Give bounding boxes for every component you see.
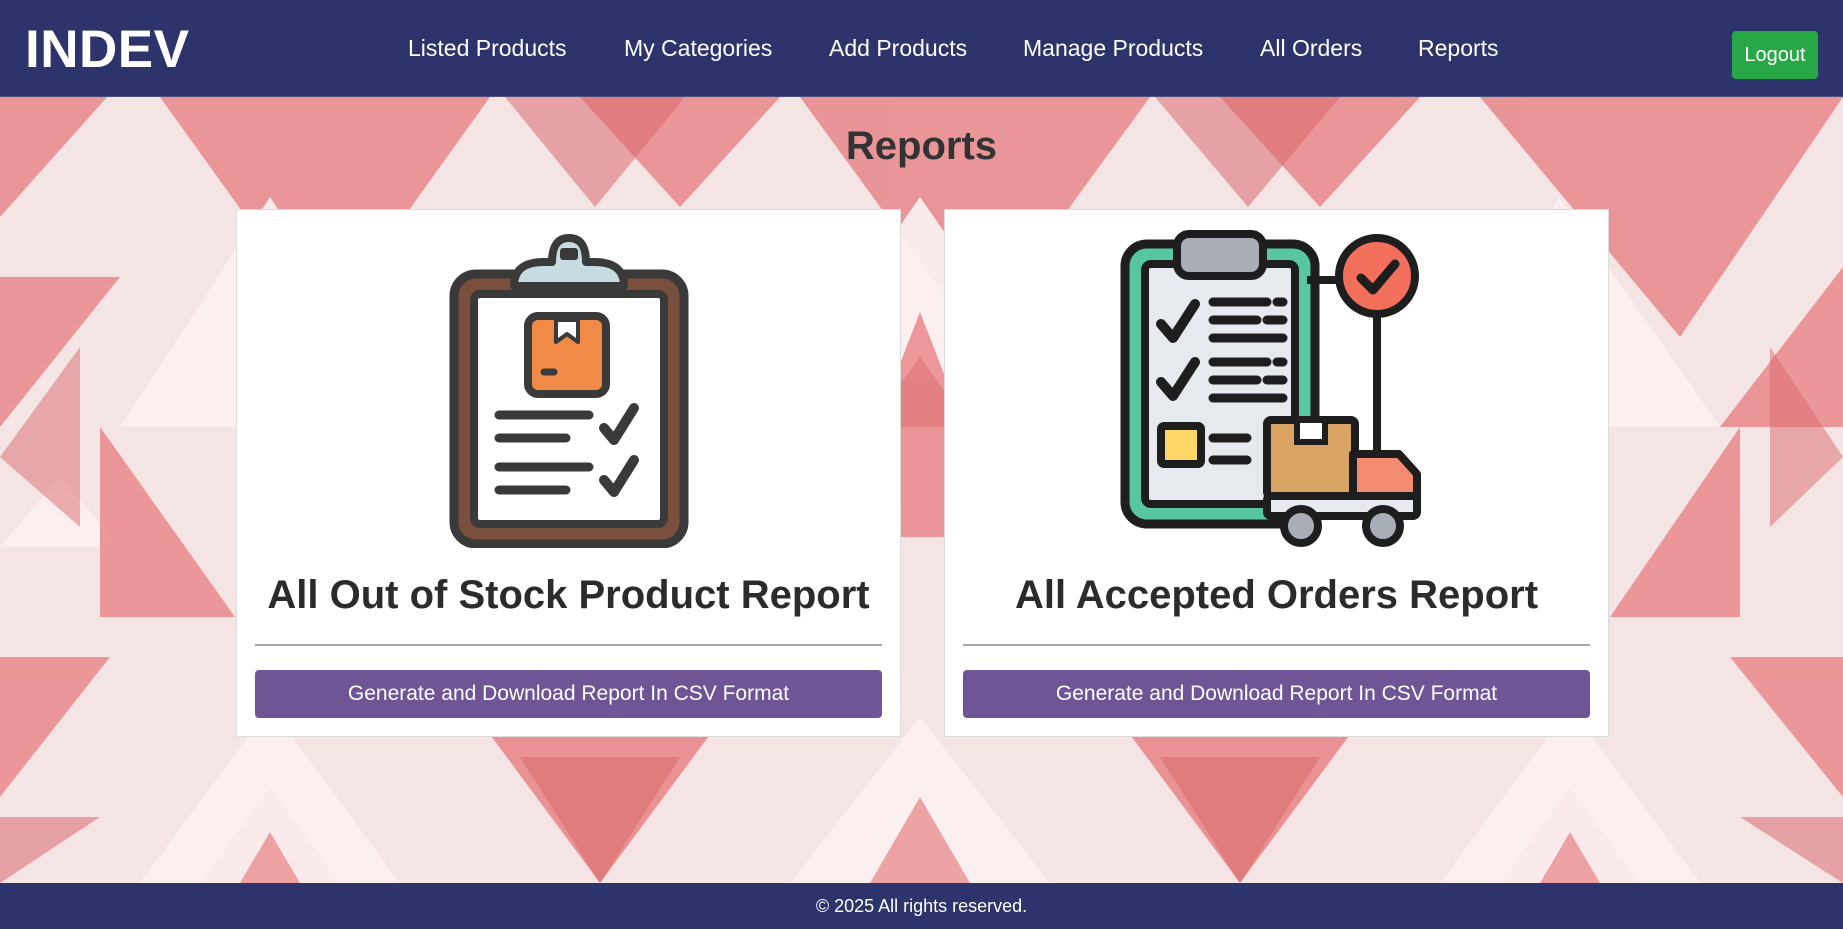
card-title: All Accepted Orders Report <box>1014 573 1539 617</box>
delivery-checklist-icon <box>945 228 1608 558</box>
page-title: Reports <box>845 124 998 168</box>
nav-add-products[interactable]: Add Products <box>829 35 967 62</box>
nav-manage-products[interactable]: Manage Products <box>1023 35 1203 62</box>
card-divider <box>963 644 1590 646</box>
accepted-orders-report-card: All Accepted Orders Report Generate and … <box>944 209 1609 737</box>
download-accepted-orders-csv-button[interactable]: Generate and Download Report In CSV Form… <box>963 670 1590 718</box>
clipboard-checklist-icon <box>237 228 900 558</box>
nav-my-categories[interactable]: My Categories <box>624 35 772 62</box>
out-of-stock-report-card: All Out of Stock Product Report Generate… <box>236 209 901 737</box>
download-out-of-stock-csv-button[interactable]: Generate and Download Report In CSV Form… <box>255 670 882 718</box>
nav-all-orders[interactable]: All Orders <box>1260 35 1362 62</box>
footer: © 2025 All rights reserved. <box>0 883 1843 929</box>
card-divider <box>255 644 882 646</box>
logout-button[interactable]: Logout <box>1732 31 1818 79</box>
nav-reports[interactable]: Reports <box>1418 35 1499 62</box>
copyright-text: © 2025 All rights reserved. <box>815 896 1028 916</box>
card-title: All Out of Stock Product Report <box>267 573 870 617</box>
nav-listed-products[interactable]: Listed Products <box>408 35 567 62</box>
brand-logo[interactable]: INDEV <box>25 19 189 80</box>
top-navbar: INDEV Listed Products My Categories Add … <box>0 0 1843 97</box>
